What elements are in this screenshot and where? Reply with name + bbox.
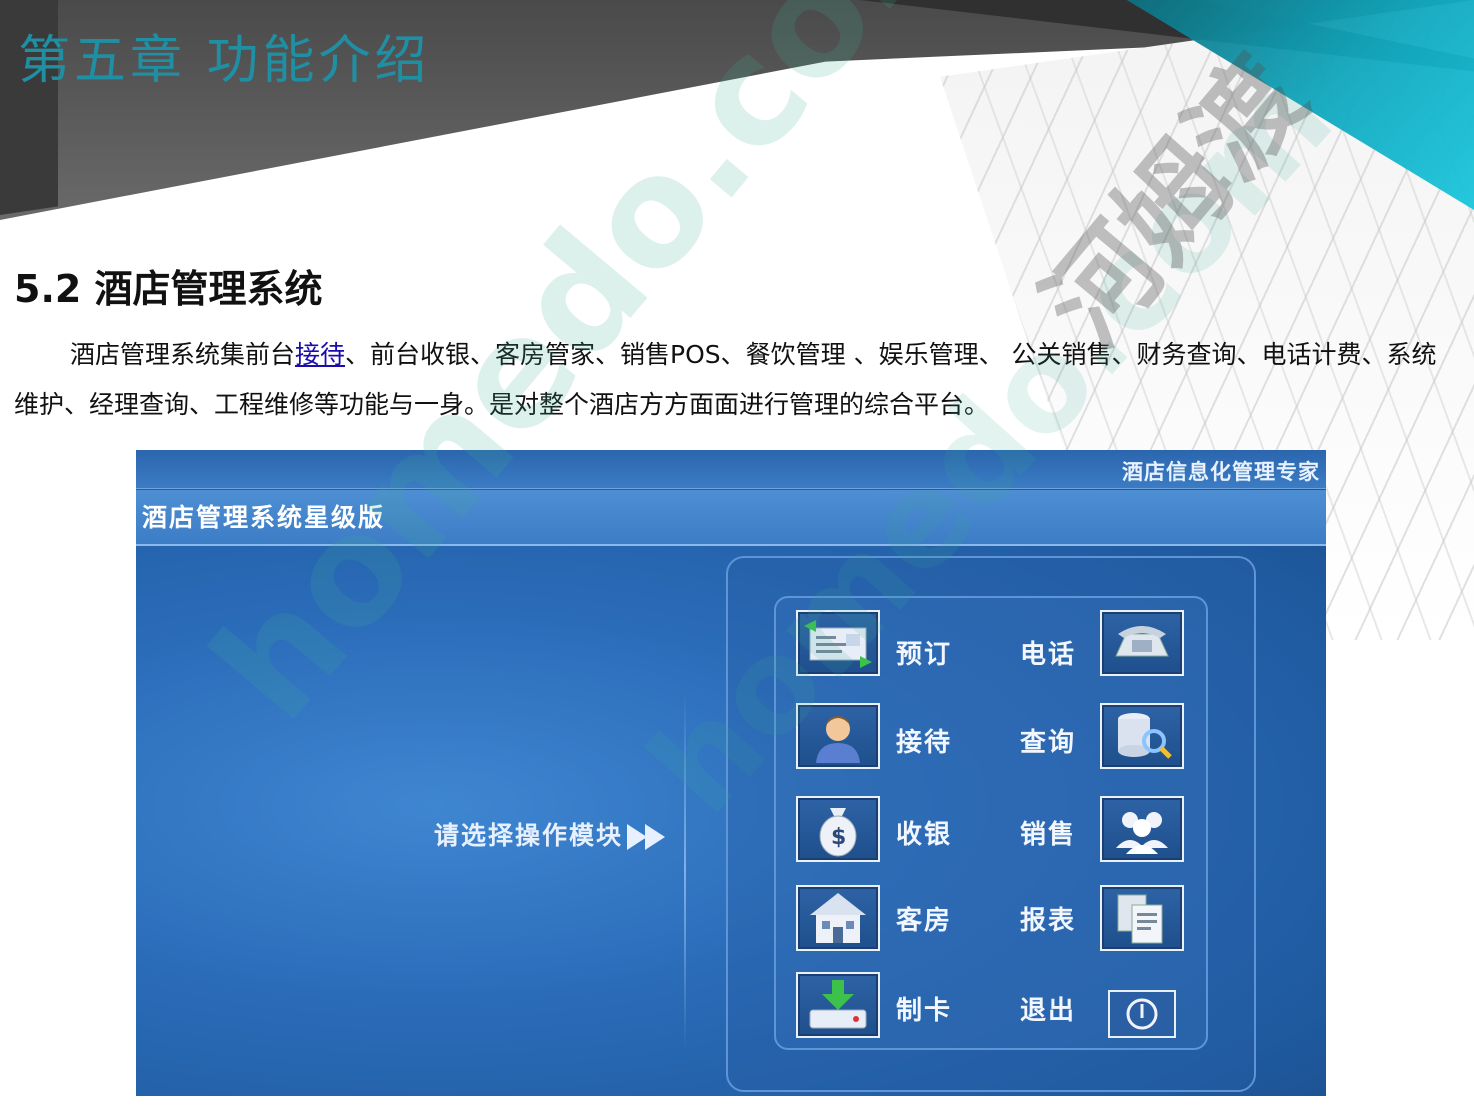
module-card-button[interactable] bbox=[796, 972, 880, 1038]
module-phone-button[interactable] bbox=[1100, 610, 1184, 676]
intro-paragraph: 酒店管理系统集前台接待、前台收银、客房管家、销售POS、餐饮管理 、娱乐管理、 … bbox=[14, 330, 1454, 430]
module-query-button[interactable] bbox=[1100, 703, 1184, 769]
prompt-text: 请选择操作模块 bbox=[434, 821, 624, 850]
money-bag-icon: $ bbox=[819, 808, 857, 857]
module-exit-label: 退出 bbox=[1020, 996, 1077, 1026]
chapter-title: 第五章 功能介绍 bbox=[18, 31, 431, 91]
module-rooms-label: 客房 bbox=[896, 906, 953, 936]
telephone-icon bbox=[1115, 626, 1169, 657]
module-exit-button[interactable] bbox=[1108, 990, 1176, 1038]
select-module-prompt: 请选择操作模块 bbox=[434, 816, 671, 852]
module-phone-label: 电话 bbox=[1020, 640, 1077, 670]
module-query-label: 查询 bbox=[1020, 728, 1077, 758]
section-title: 5.2 酒店管理系统 bbox=[14, 267, 323, 311]
app-slogan: 酒店信息化管理专家 bbox=[1122, 460, 1320, 484]
module-report-button[interactable] bbox=[1100, 885, 1184, 951]
svg-text:$: $ bbox=[831, 825, 846, 850]
report-icon bbox=[1117, 894, 1163, 944]
users-icon bbox=[1116, 812, 1168, 854]
module-card-label: 制卡 bbox=[896, 996, 953, 1026]
double-arrow-icon bbox=[627, 824, 666, 850]
para-text-before: 酒店管理系统集前台 bbox=[70, 340, 296, 369]
module-reception-label: 接待 bbox=[896, 728, 953, 758]
module-sales-label: 销售 bbox=[1020, 820, 1077, 850]
database-search-icon bbox=[1118, 713, 1172, 759]
house-icon bbox=[810, 893, 866, 943]
module-cashier-label: 收银 bbox=[896, 820, 953, 850]
module-sales-button[interactable] bbox=[1100, 796, 1184, 862]
module-cashier-button[interactable]: $ bbox=[796, 796, 880, 862]
module-report-label: 报表 bbox=[1020, 906, 1077, 936]
power-icon bbox=[1126, 998, 1158, 1030]
card-download-icon bbox=[809, 980, 867, 1029]
reception-link[interactable]: 接待 bbox=[295, 340, 345, 369]
module-rooms-button[interactable] bbox=[796, 885, 880, 951]
